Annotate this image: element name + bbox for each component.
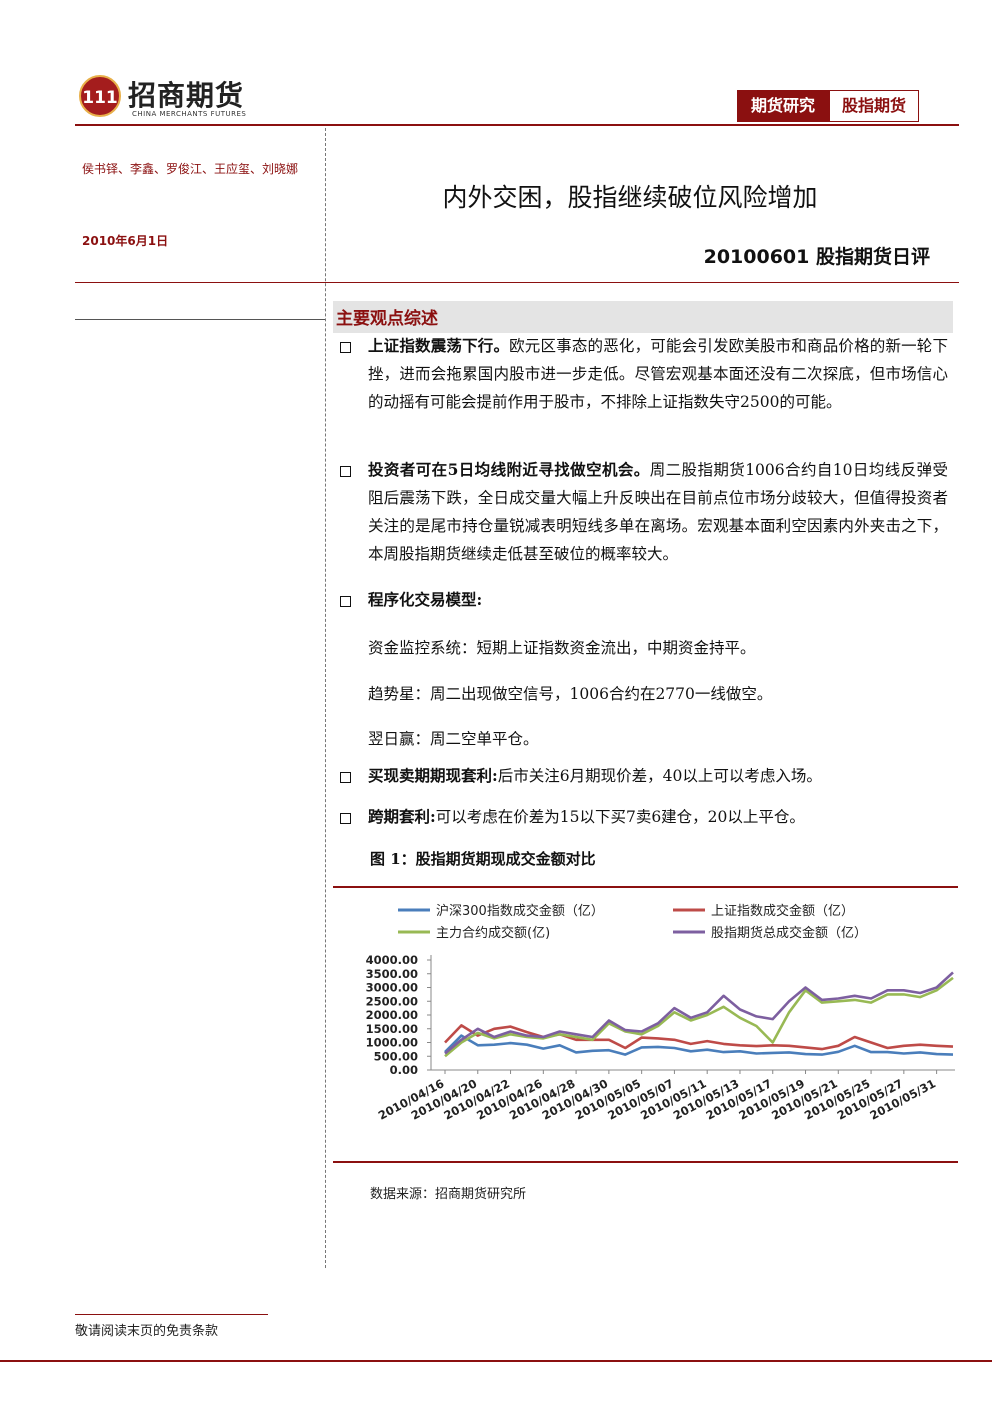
company-logo-icon: 111 xyxy=(79,75,121,117)
y-tick-label: 500.00 xyxy=(374,1049,418,1063)
brand-name: 招商期货 xyxy=(128,79,245,112)
bullet-icon xyxy=(340,772,352,784)
model-line-3: 翌日赢：周二空单平仓。 xyxy=(368,730,539,748)
data-source: 数据来源：招商期货研究所 xyxy=(370,1187,527,1202)
arbitrage-2-text: 可以考虑在价差为15以下买7卖6建仓，20以上平仓。 xyxy=(435,808,805,826)
tag-index-futures: 股指期货 xyxy=(829,90,920,122)
arbitrage-1-lead: 买现卖期期现套利: xyxy=(368,766,498,785)
figure-title: 图 1：股指期货期现成交金额对比 xyxy=(370,850,596,868)
disclaimer-note: 敬请阅读末页的免责条款 xyxy=(75,1324,219,1339)
bullet-icon xyxy=(340,596,352,608)
legend-label: 沪深300指数成交金额（亿） xyxy=(436,903,604,919)
y-tick-label: 3500.00 xyxy=(366,967,418,981)
volume-comparison-chart: 沪深300指数成交金额（亿） 上证指数成交金额（亿） 主力合约成交额(亿) 股指期货总… xyxy=(366,903,955,1123)
chart-bottom-rule xyxy=(333,1161,958,1163)
point-3: 程序化交易模型: xyxy=(368,586,948,614)
y-tick-label: 2000.00 xyxy=(366,1008,418,1022)
y-tick-label: 4000.00 xyxy=(366,953,418,967)
y-tick-label: 1000.00 xyxy=(366,1036,418,1050)
report-category-tags: 期货研究 股指期货 xyxy=(737,90,920,122)
brand-name-en: CHINA MERCHANTS FUTURES xyxy=(132,110,247,118)
point-1: 上证指数震荡下行。欧元区事态的恶化，可能会引发欧美股市和商品价格的新一轮下挫，进… xyxy=(368,332,948,416)
footer-divider xyxy=(75,1314,268,1315)
y-tick-label: 1500.00 xyxy=(366,1022,418,1036)
point-arbitrage-1: 买现卖期期现套利:后市关注6月期现价差，40以上可以考虑入场。 xyxy=(368,762,948,790)
svg-text:111: 111 xyxy=(82,88,118,108)
report-subtitle: 20100601 股指期货日评 xyxy=(703,246,930,268)
column-divider xyxy=(325,128,326,1268)
header-divider xyxy=(75,124,959,126)
point-2: 投资者可在5日均线附近寻找做空机会。周二股指期货1006合约自10日均线反弹受阻… xyxy=(368,456,948,568)
point-1-lead: 上证指数震荡下行。 xyxy=(368,336,510,355)
chart-top-rule xyxy=(333,886,958,888)
y-tick-label: 2500.00 xyxy=(366,994,418,1008)
bullet-icon xyxy=(340,813,352,825)
report-title: 内外交困，股指继续破位风险增加 xyxy=(442,183,818,212)
legend-label: 上证指数成交金额（亿） xyxy=(711,903,854,919)
left-divider xyxy=(75,319,325,320)
legend-label: 主力合约成交额(亿) xyxy=(436,925,550,941)
bullet-icon xyxy=(340,342,352,354)
model-line-1: 资金监控系统：短期上证指数资金流出，中期资金持平。 xyxy=(368,639,756,657)
legend-label: 股指期货总成交金额（亿） xyxy=(711,925,867,941)
point-arbitrage-2: 跨期套利:可以考虑在价差为15以下买7卖6建仓，20以上平仓。 xyxy=(368,803,948,831)
footer-rule xyxy=(0,1360,992,1362)
arbitrage-2-lead: 跨期套利: xyxy=(368,807,436,826)
point-3-lead: 程序化交易模型: xyxy=(368,590,483,609)
tag-futures-research: 期货研究 xyxy=(737,90,830,122)
y-tick-label: 0.00 xyxy=(390,1063,418,1077)
y-tick-label: 3000.00 xyxy=(366,981,418,995)
section-title: 主要观点综述 xyxy=(336,309,438,329)
bullet-icon xyxy=(340,466,352,478)
model-line-2: 趋势星：周二出现做空信号，1006合约在2770一线做空。 xyxy=(368,685,773,703)
author-list: 侯书铎、李鑫、罗俊江、王应玺、刘晓娜 xyxy=(82,162,299,176)
report-date: 2010年6月1日 xyxy=(82,234,169,248)
arbitrage-1-text: 后市关注6月期现价差，40以上可以考虑入场。 xyxy=(497,767,822,785)
point-2-lead: 投资者可在5日均线附近寻找做空机会。 xyxy=(368,460,650,479)
title-divider xyxy=(75,282,959,283)
